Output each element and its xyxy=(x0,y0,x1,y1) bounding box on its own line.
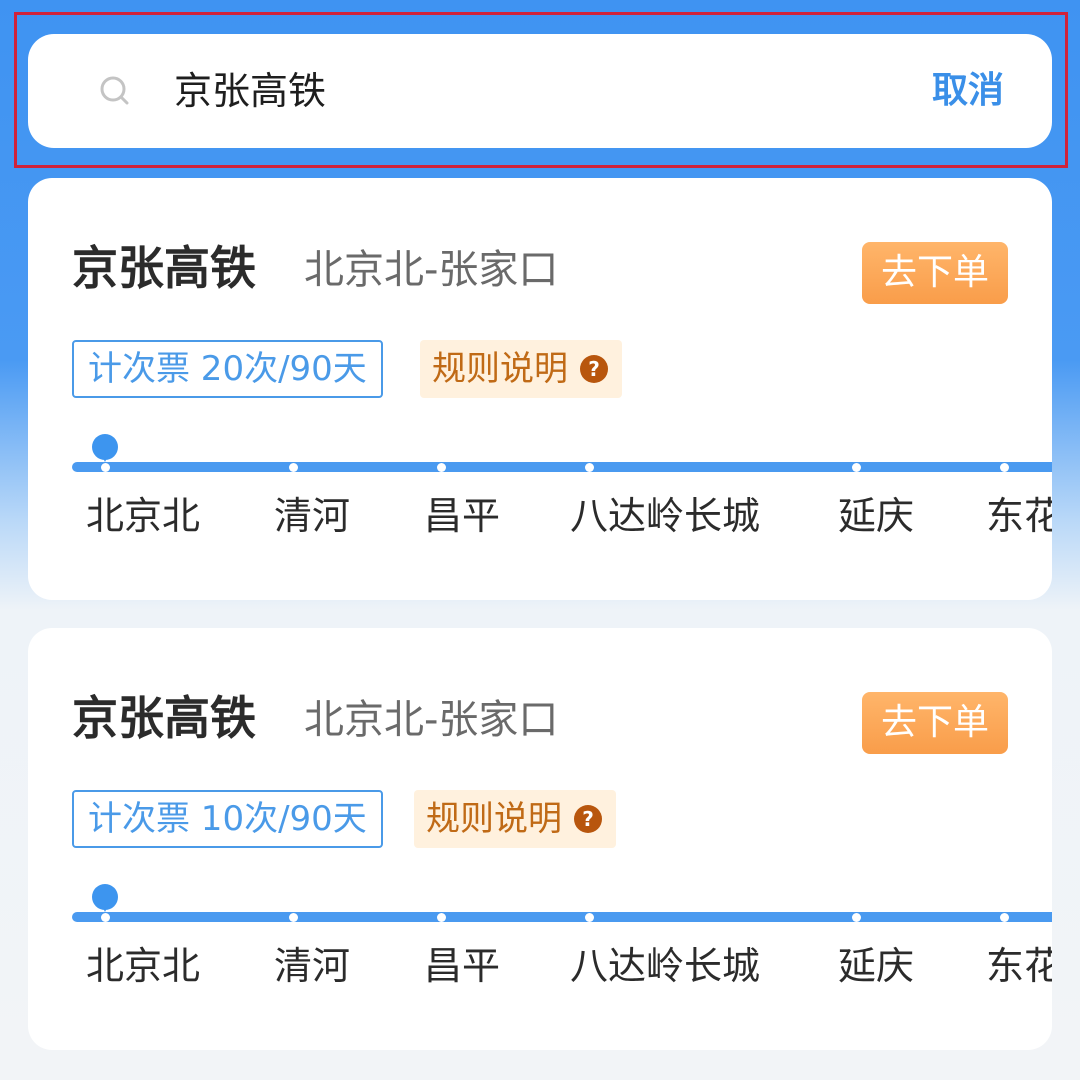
search-icon xyxy=(100,76,129,105)
station-dot xyxy=(852,913,861,922)
station-label[interactable]: 昌平 xyxy=(424,490,500,542)
route-card: 京张高铁 北京北-张家口 去下单 计次票 20次/90天 规则说明 ? 北京北 … xyxy=(28,178,1052,600)
station-label[interactable]: 延庆 xyxy=(838,940,914,992)
line-title: 京张高铁 xyxy=(72,691,256,745)
station-label[interactable]: 北京北 xyxy=(86,490,200,542)
line-title: 京张高铁 xyxy=(72,241,256,295)
station-dot xyxy=(585,913,594,922)
ticket-type-tag: 计次票 10次/90天 xyxy=(72,790,383,848)
route-card: 京张高铁 北京北-张家口 去下单 计次票 10次/90天 规则说明 ? 北京北 … xyxy=(28,628,1052,1050)
station-dot xyxy=(585,463,594,472)
station-track xyxy=(72,912,1052,922)
search-bar[interactable]: 京张高铁 取消 xyxy=(28,34,1052,148)
location-pin-icon xyxy=(92,884,118,912)
route-text: 北京北-张家口 xyxy=(304,247,559,293)
station-dot xyxy=(437,463,446,472)
station-dot xyxy=(437,913,446,922)
ticket-type-tag: 计次票 20次/90天 xyxy=(72,340,383,398)
cancel-button[interactable]: 取消 xyxy=(932,62,1004,120)
station-label[interactable]: 清河 xyxy=(274,940,350,992)
help-icon: ? xyxy=(574,805,602,833)
station-dot xyxy=(1000,913,1009,922)
station-dot xyxy=(101,913,110,922)
station-dot xyxy=(289,463,298,472)
search-input[interactable]: 京张高铁 xyxy=(174,62,326,120)
location-pin-icon xyxy=(92,434,118,462)
rules-button[interactable]: 规则说明 ? xyxy=(420,340,622,398)
order-button[interactable]: 去下单 xyxy=(862,242,1008,304)
station-dot xyxy=(852,463,861,472)
station-dot xyxy=(101,463,110,472)
rules-label: 规则说明 xyxy=(432,349,568,389)
station-dot xyxy=(1000,463,1009,472)
station-label[interactable]: 北京北 xyxy=(86,940,200,992)
help-icon: ? xyxy=(580,355,608,383)
station-label[interactable]: 昌平 xyxy=(424,940,500,992)
station-label[interactable]: 东花 xyxy=(986,490,1052,542)
station-label[interactable]: 八达岭长城 xyxy=(570,940,760,992)
station-label[interactable]: 八达岭长城 xyxy=(570,490,760,542)
rules-button[interactable]: 规则说明 ? xyxy=(414,790,616,848)
order-button[interactable]: 去下单 xyxy=(862,692,1008,754)
rules-label: 规则说明 xyxy=(426,799,562,839)
station-label[interactable]: 延庆 xyxy=(838,490,914,542)
station-dot xyxy=(289,913,298,922)
station-track xyxy=(72,462,1052,472)
route-text: 北京北-张家口 xyxy=(304,697,559,743)
station-label[interactable]: 清河 xyxy=(274,490,350,542)
station-label[interactable]: 东花 xyxy=(986,940,1052,992)
